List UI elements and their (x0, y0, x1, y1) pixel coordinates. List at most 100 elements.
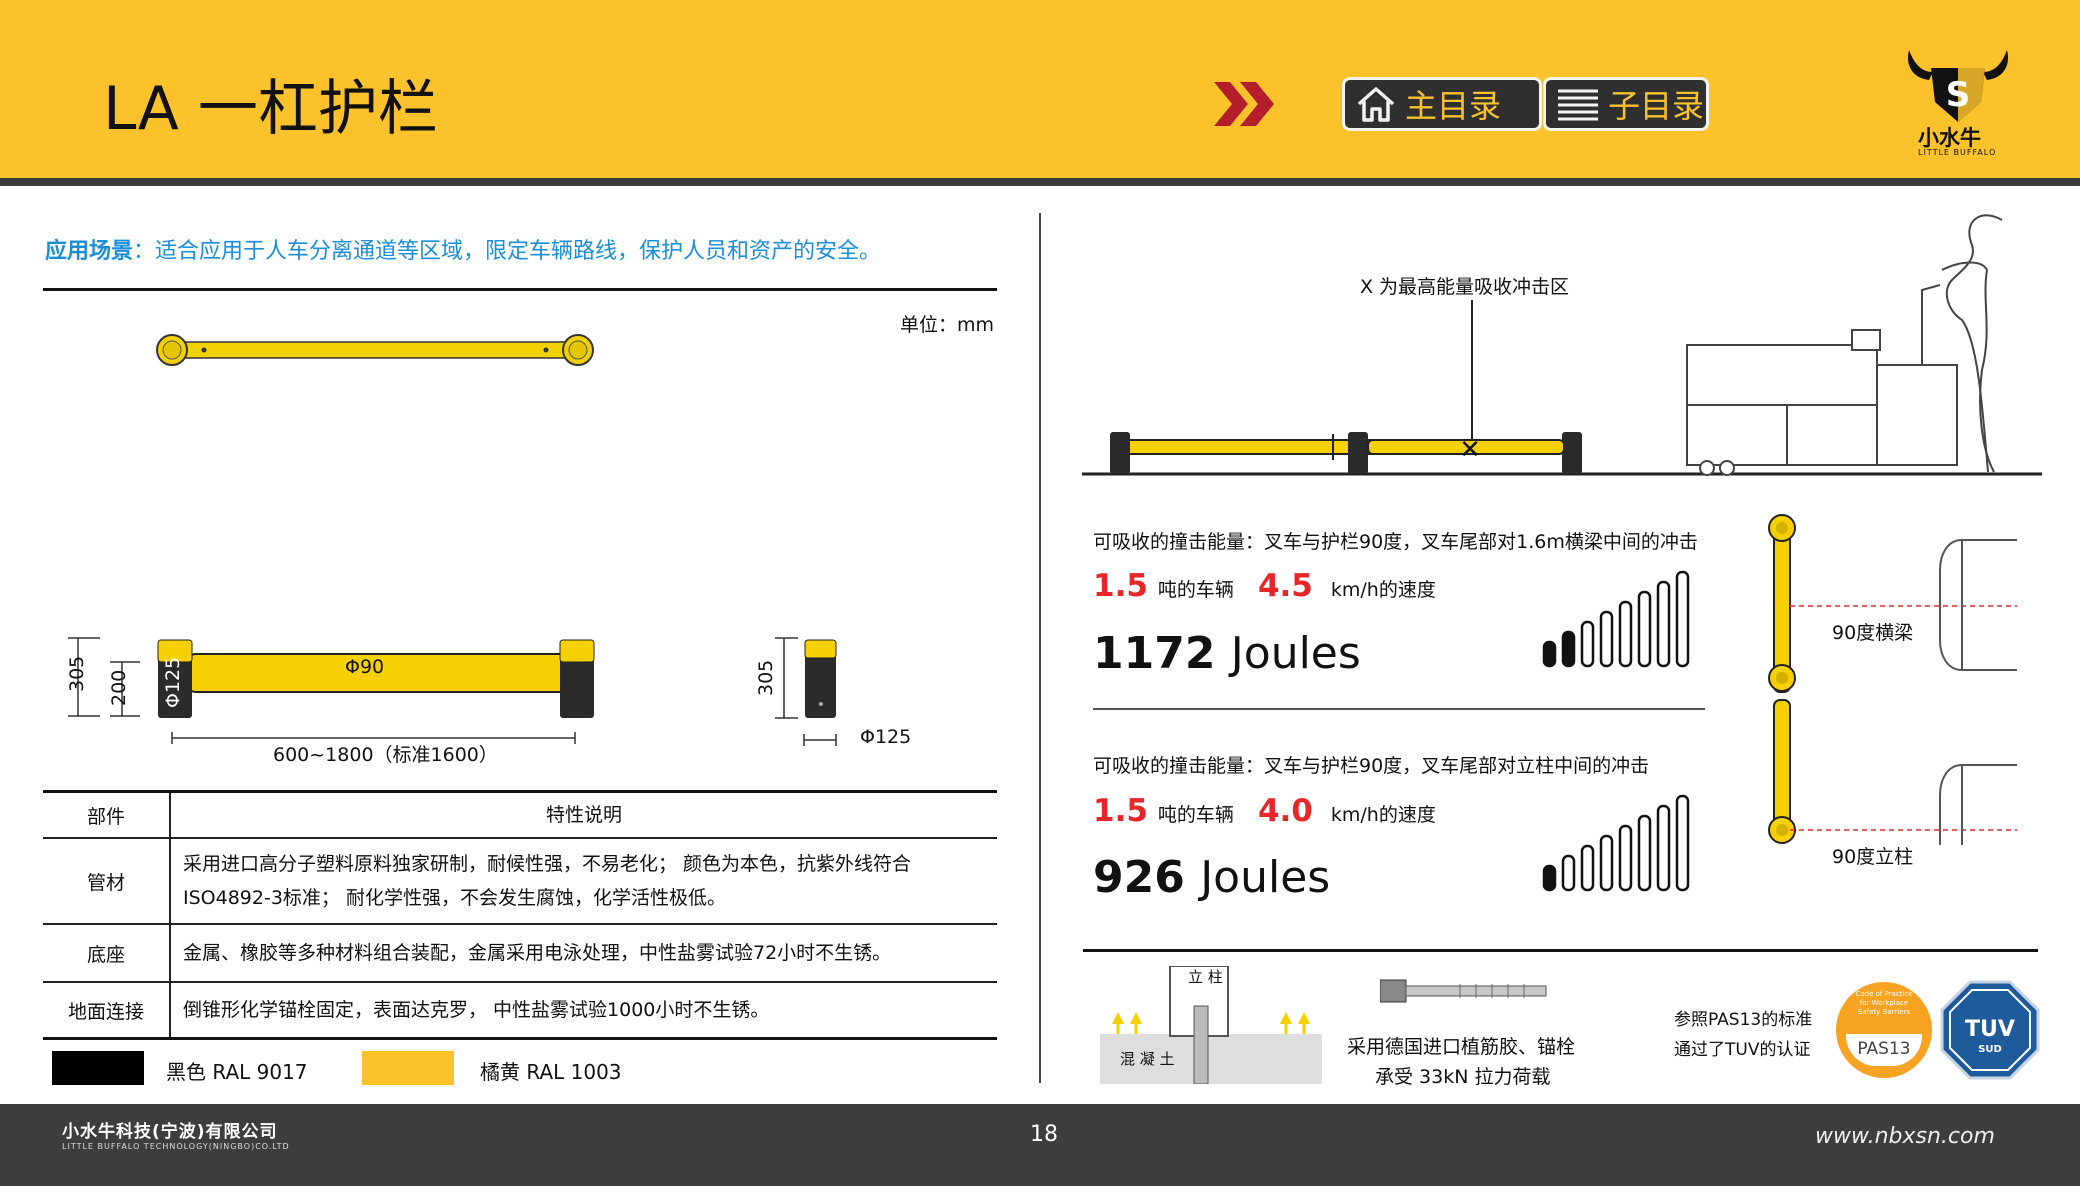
impact-divider (1093, 708, 1705, 710)
signal-bar (1637, 814, 1652, 892)
buffalo-logo-icon: S (1907, 50, 2009, 122)
tuv-badge-icon: TUV SUD (1940, 980, 2040, 1080)
dim-length: 600~1800（标准1600） (273, 744, 498, 766)
signal-bar (1599, 610, 1614, 668)
dim-side-height: 305 (755, 659, 777, 696)
page-title: LA 一杠护栏 (103, 74, 438, 144)
impact-case1-desc: 可吸收的撞击能量：叉车与护栏90度，叉车尾部对1.6m横梁中间的冲击 (1093, 531, 1698, 553)
signal-bar (1580, 620, 1595, 668)
cert-line1: 参照PAS13的标准 (1674, 1010, 1813, 1030)
section-divider (43, 288, 997, 291)
table-desc-line: ISO4892-3标准； 耐化学性强，不会发生腐蚀，化学活性极低。 (183, 887, 726, 909)
anchor-post-label: 立 柱 (1188, 968, 1223, 986)
beam-impact-label: 90度横梁 (1832, 622, 1914, 644)
sub-menu-label: 子目录 (1608, 87, 1705, 125)
table-row: 地面连接 倒锥形化学锚栓固定，表面达克罗， 中性盐雾试验1000小时不生锈。 (43, 982, 997, 1040)
main-menu-button[interactable]: 主目录 (1342, 77, 1542, 131)
table-header-part: 部件 (43, 790, 171, 839)
impact-case2-params: 1.5 吨的车辆 4.0 km/h的速度 (1093, 793, 1436, 829)
case2-speed: 4.0 (1257, 793, 1313, 829)
double-chevron-icon (1214, 82, 1274, 126)
table-part: 底座 (43, 924, 171, 983)
yellow-swatch (362, 1051, 454, 1085)
case1-signal-bars-icon (1542, 570, 1690, 668)
website-link[interactable]: www.nbxsn.com (1815, 1124, 1995, 1149)
case1-speed: 4.5 (1257, 568, 1313, 604)
home-icon (1357, 87, 1395, 122)
signal-bar (1675, 570, 1690, 668)
case1-tons-suffix: 吨的车辆 (1157, 579, 1234, 601)
dim-height-total: 305 (66, 655, 88, 692)
dim-pipe-diameter: Φ90 (345, 656, 385, 678)
tuv-text: TUV (1965, 1017, 2015, 1042)
signal-bar (1637, 590, 1652, 668)
signal-bar (1561, 854, 1576, 892)
case2-energy-unit: Joules (1200, 852, 1331, 903)
signal-bar (1542, 864, 1557, 892)
pas13-badge: Code of Practice for Workplace Safety Ba… (1836, 982, 1932, 1078)
barrier-side-view (775, 637, 837, 746)
impact-case1-params: 1.5 吨的车辆 4.5 km/h的速度 (1093, 568, 1436, 604)
dim-post-diameter: Φ125 (162, 656, 184, 708)
barrier-top-view (156, 334, 594, 366)
table-header-desc: 特性说明 (170, 790, 997, 839)
post-impact-label: 90度立柱 (1832, 846, 1914, 868)
black-color-label: 黑色 RAL 9017 (166, 1060, 308, 1084)
sub-menu-button[interactable]: 子目录 (1543, 77, 1709, 131)
black-swatch (52, 1051, 144, 1085)
anchor-text-line1: 采用德国进口植筋胶、锚栓 (1347, 1036, 1576, 1058)
company-name: 小水牛科技(宁波)有限公司 (62, 1122, 278, 1142)
case2-tons-suffix: 吨的车辆 (1157, 804, 1234, 826)
svg-text:✕: ✕ (1459, 435, 1481, 465)
header-divider (0, 178, 2080, 186)
company-name-english: LITTLE BUFFALO TECHNOLOGY(NINGBO)CO.LTD (62, 1142, 290, 1151)
signal-bar (1618, 600, 1633, 668)
anchor-concrete-label: 混 凝 土 (1120, 1050, 1175, 1068)
pas13-label: PAS13 (1846, 1034, 1922, 1066)
scenario-text: ：适合应用于人车分离通道等区域，限定车辆路线，保护人员和资产的安全。 (133, 239, 882, 264)
impact-case2-desc: 可吸收的撞击能量：叉车与护栏90度，叉车尾部对立柱中间的冲击 (1093, 755, 1650, 777)
signal-bar (1561, 630, 1576, 668)
case1-tons: 1.5 (1093, 568, 1148, 604)
signal-bar (1656, 804, 1671, 892)
impact-top-view (1768, 514, 2017, 845)
page-number: 18 (1030, 1122, 1058, 1147)
signal-bar (1618, 824, 1633, 892)
signal-bar (1656, 580, 1671, 668)
logo-letter: S (1946, 75, 1971, 115)
dim-side-diameter: Φ125 (860, 726, 912, 748)
signal-bar (1599, 834, 1614, 892)
logo-english: LITTLE BUFFALO (1918, 148, 1997, 157)
column-divider (1039, 213, 1041, 1083)
table-row: 管材 采用进口高分子塑料原料独家研制，耐候性强，不易老化； 颜色为本色，抗紫外线… (43, 838, 997, 925)
case1-energy-value: 1172 (1093, 628, 1216, 679)
scenario-label: 应用场景 (45, 239, 134, 264)
unit-label: 单位：mm (900, 314, 995, 336)
table-header-row: 部件 特性说明 (43, 790, 997, 839)
table-desc: 采用进口高分子塑料原料独家研制，耐候性强，不易老化； 颜色为本色，抗紫外线符合 I… (170, 838, 997, 925)
table-part: 地面连接 (43, 982, 171, 1040)
case1-energy-unit: Joules (1230, 628, 1361, 679)
forklift-impact-scene: ✕ (1082, 214, 2042, 476)
case2-speed-suffix: km/h的速度 (1330, 804, 1436, 826)
signal-bar (1675, 794, 1690, 892)
main-menu-label: 主目录 (1405, 87, 1502, 125)
table-desc-line: 采用进口高分子塑料原料独家研制，耐候性强，不易老化； 颜色为本色，抗紫外线符合 (183, 853, 912, 875)
yellow-color-label: 橘黄 RAL 1003 (480, 1060, 622, 1084)
anchor-text-line2: 承受 33kN 拉力荷载 (1375, 1066, 1551, 1088)
case2-tons: 1.5 (1093, 793, 1148, 829)
case2-signal-bars-icon (1542, 794, 1690, 892)
pas13-small-text: Code of Practice for Workplace Safety Ba… (1855, 990, 1913, 1016)
dim-height-pipe: 200 (108, 669, 130, 706)
spec-table: 部件 特性说明 管材 采用进口高分子塑料原料独家研制，耐候性强，不易老化； 颜色… (43, 790, 997, 1040)
case1-speed-suffix: km/h的速度 (1330, 579, 1436, 601)
application-scenario: 应用场景：适合应用于人车分离通道等区域，限定车辆路线，保护人员和资产的安全。 (45, 233, 881, 265)
anchor-bolt-icon (1380, 979, 1547, 1003)
table-desc: 金属、橡胶等多种材料组合装配，金属采用电泳处理，中性盐雾试验72小时不生锈。 (170, 924, 997, 983)
case1-energy: 1172 Joules (1093, 628, 1361, 679)
tuv-sub-text: SUD (1978, 1044, 2002, 1055)
signal-bar (1580, 844, 1595, 892)
signal-bar (1542, 640, 1557, 668)
cert-line2: 通过了TUV的认证 (1674, 1040, 1811, 1060)
table-part: 管材 (43, 838, 171, 925)
